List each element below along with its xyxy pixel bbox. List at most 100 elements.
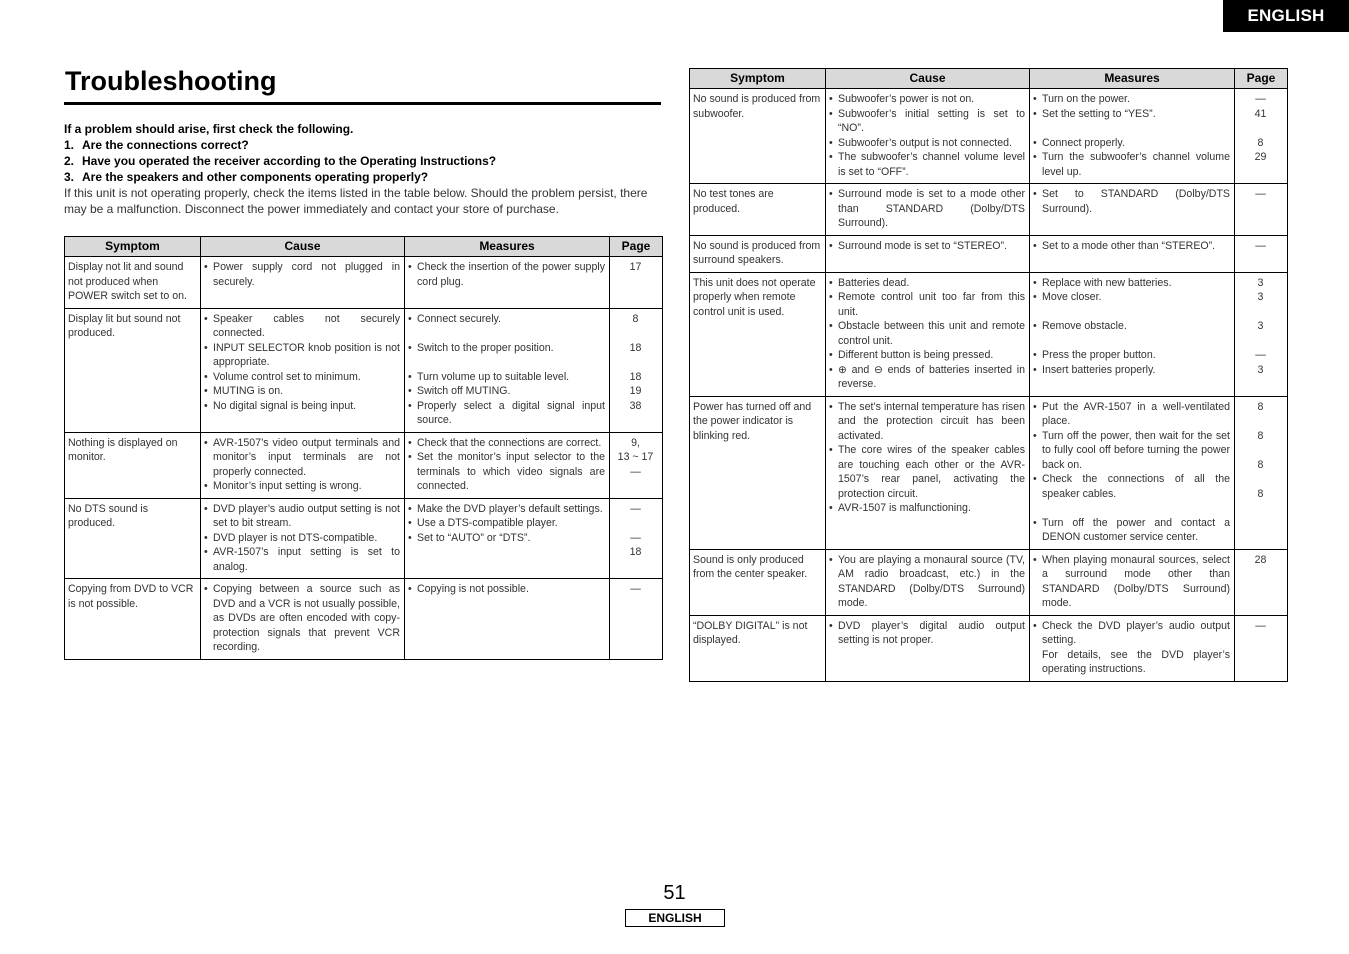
table-row: No sound is produced from subwoofer. • Sub… [689,88,1288,184]
measure-item: • Check the DVD player’s audio output set… [1033,619,1230,647]
intro-check: 2. Have you operated the receiver accordi… [64,154,497,168]
cause-item: • Subwoofer’s initial setting is set to “… [829,107,1025,135]
page-ref: — [630,465,641,478]
cause-item: • Monitor’s input setting is wrong. [204,480,362,492]
measure-item: • Insert batteries properly. [1033,363,1156,376]
bullet-icon: • [829,400,833,413]
measure-item: • Switch off MUTING. [408,385,511,397]
bullet-icon: • [408,583,412,595]
bullet-icon: • [1033,349,1037,361]
symptom-cell: No test tones are produced. [689,183,826,236]
page-cell: — [1234,183,1288,236]
bullet-icon: • [829,276,833,289]
page-ref: 17 [629,261,642,273]
page-ref: 3 [1257,320,1264,332]
header-cause: Cause [825,68,1030,89]
page-cell: — [1234,234,1288,273]
measure-item: • Remove obstacle. [1033,320,1127,332]
measure-item: • Use a DTS-compatible player. [408,517,558,529]
intro-check: 1. Are the connections correct? [64,138,249,152]
bullet-icon: • [829,444,833,456]
symptom-cell: No DTS sound is produced. [64,497,201,579]
troubleshooting-table-right: Symptom Cause Measures Page No sound is … [689,68,1288,682]
page-ref: 29 [1254,151,1267,163]
troubleshooting-table-left: Symptom Cause Measures Page Display not … [64,236,663,660]
page-cell: 8 8 8 8 [1234,395,1288,550]
cause-cell: • You are playing a monaural source (TV, … [825,548,1030,616]
page-cell: 8 18 18 19 38 [609,307,663,433]
table-header-row: Symptom Cause Measures Page [689,68,1288,89]
table-row: Sound is only produced from the center s… [689,548,1288,616]
bullet-icon: • [204,385,208,397]
header-cause: Cause [200,236,405,257]
cause-item: • Power supply cord not plugged in secure… [204,261,400,288]
measures-cell: • Check the DVD player’s audio output set… [1029,614,1235,682]
measures-cell: • Check that the connections are correct.… [404,431,610,499]
page-cell: 9, 13 ~ 17 — [609,431,663,499]
symptom-cell: Power has turned off and the power indic… [689,395,826,550]
bullet-icon: • [408,385,412,397]
bullet-icon: • [829,188,833,200]
bullet-icon: • [408,502,412,515]
measure-item: • Copying is not possible. [408,583,529,595]
cause-item: • Surround mode is set to a mode other th… [829,188,1025,229]
table-header-row: Symptom Cause Measures Page [64,236,663,257]
measure-item: • Set to “AUTO” or “DTS”. [408,531,531,544]
table-row: “DOLBY DIGITAL” is not displayed. • DVD pl… [689,614,1288,682]
table-row: Power has turned off and the power indic… [689,395,1288,550]
bullet-icon: • [1033,553,1037,566]
page-ref: — [630,583,641,595]
page-ref: 3 [1257,291,1264,303]
table-row: No DTS sound is produced. • DVD player’s a… [64,497,663,579]
page-cell: 17 [609,256,663,309]
page-ref: 3 [1257,363,1264,376]
cause-item: • DVD player’s audio output setting is no… [204,502,400,530]
intro-note: If this unit is not operating properly, … [64,186,648,216]
measure-item: • Check that the connections are correct. [408,436,602,449]
cause-cell: • DVD player’s digital audio output setti… [825,614,1030,682]
page-ref: — [1255,619,1266,632]
cause-cell: • Subwoofer’s power is not on. • Subwoofer’… [825,88,1030,184]
bullet-icon: • [408,436,412,449]
cause-item: • AVR-1507’s video output terminals and m… [204,436,400,478]
intro-section: If a problem should arise, first check t… [64,121,664,217]
page-ref: 8 [1257,136,1264,149]
bullet-icon: • [1033,107,1037,120]
cause-item: • Subwoofer’s power is not on. [829,93,975,105]
measure-item: • Turn volume up to suitable level. [408,370,570,383]
page-ref: 3 [1257,276,1264,289]
table-row: No sound is produced from surround speak… [689,234,1288,273]
measure-item: • Set the setting to “YES”. [1033,107,1156,120]
page-ref: — [1255,239,1266,252]
measures-cell: • Check the insertion of the power supply… [404,256,610,309]
measure-item: • Set to STANDARD (Dolby/DTS Surround). [1033,188,1230,215]
page-cell: — [1234,614,1288,682]
bullet-icon: • [829,93,833,105]
bullet-icon: • [204,531,208,544]
bullet-icon: • [829,320,833,332]
cause-item: • Obstacle between this unit and remote c… [829,320,1025,347]
measure-item: • Switch to the proper position. [408,341,554,354]
cause-cell: • The set’s internal temperature has rise… [825,395,1030,550]
page-ref: 13 ~ 17 [617,451,654,463]
symptom-cell: Copying from DVD to VCR is not possible. [64,578,201,660]
bullet-icon: • [1033,276,1037,289]
cause-item: • Volume control set to minimum. [204,370,361,383]
intro-check: 3. Are the speakers and other components … [64,170,429,184]
bullet-icon: • [204,370,208,383]
bullet-icon: • [1033,320,1037,332]
header-symptom: Symptom [689,68,826,89]
measure-item: • Turn off the power and contact a DENON … [1033,516,1230,544]
bullet-icon: • [829,349,833,361]
page-cell: — [609,578,663,660]
symptom-cell: No sound is produced from subwoofer. [689,88,826,184]
page-ref: 8 [1257,487,1264,500]
cause-item: • Copying between a source such as DVD an… [204,583,400,653]
measures-cell: • Set to STANDARD (Dolby/DTS Surround). [1029,183,1235,236]
measure-item: • Replace with new batteries. [1033,276,1172,289]
page-ref: 9, [631,436,640,449]
page-ref: — [630,531,641,544]
cause-cell: • DVD player’s audio output setting is no… [200,497,405,579]
page-ref: 8 [1257,429,1264,442]
table-row: Copying from DVD to VCR is not possible.… [64,578,663,660]
